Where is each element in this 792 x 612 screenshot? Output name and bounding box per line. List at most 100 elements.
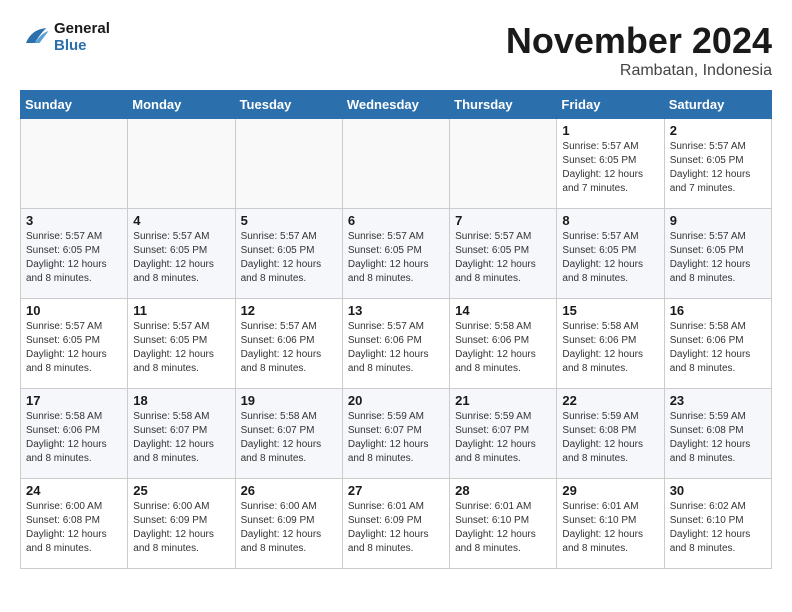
day-info: Sunrise: 5:58 AM Sunset: 6:06 PM Dayligh… [455, 320, 551, 376]
day-number: 21 [455, 393, 551, 408]
day-info: Sunrise: 5:57 AM Sunset: 6:05 PM Dayligh… [670, 140, 766, 196]
day-number: 2 [670, 123, 766, 138]
day-info: Sunrise: 5:57 AM Sunset: 6:05 PM Dayligh… [26, 320, 122, 376]
calendar-cell: 24 Sunrise: 6:00 AM Sunset: 6:08 PM Dayli… [21, 479, 128, 569]
calendar-cell: 29 Sunrise: 6:01 AM Sunset: 6:10 PM Dayli… [557, 479, 664, 569]
logo-text: General Blue [54, 20, 110, 54]
calendar-cell: 22Sunrise: 5:59 AM Sunset: 6:08 PM Dayli… [557, 389, 664, 479]
calendar-cell: 17 Sunrise: 5:58 AM Sunset: 6:06 PM Dayli… [21, 389, 128, 479]
column-header-monday: Monday [128, 91, 235, 119]
day-number: 4 [133, 213, 229, 228]
calendar-table: SundayMondayTuesdayWednesdayThursdayFrid… [20, 90, 772, 569]
column-header-saturday: Saturday [664, 91, 771, 119]
day-number: 1 [562, 123, 658, 138]
column-header-friday: Friday [557, 91, 664, 119]
calendar-week-4: 17 Sunrise: 5:58 AM Sunset: 6:06 PM Dayli… [21, 389, 772, 479]
day-info: Sunrise: 5:57 AM Sunset: 6:05 PM Dayligh… [241, 230, 337, 286]
day-number: 12 [241, 303, 337, 318]
day-number: 18 [133, 393, 229, 408]
day-info: Sunrise: 5:57 AM Sunset: 6:05 PM Dayligh… [562, 230, 658, 286]
day-info: Sunrise: 5:57 AM Sunset: 6:05 PM Dayligh… [133, 320, 229, 376]
day-number: 19 [241, 393, 337, 408]
calendar-week-3: 10 Sunrise: 5:57 AM Sunset: 6:05 PM Dayli… [21, 299, 772, 389]
day-number: 23 [670, 393, 766, 408]
logo-icon [20, 22, 50, 52]
calendar-cell: 19 Sunrise: 5:58 AM Sunset: 6:07 PM Dayli… [235, 389, 342, 479]
calendar-cell: 25 Sunrise: 6:00 AM Sunset: 6:09 PM Dayli… [128, 479, 235, 569]
calendar-cell: 30Sunrise: 6:02 AM Sunset: 6:10 PM Dayli… [664, 479, 771, 569]
calendar-cell [342, 119, 449, 209]
calendar-cell: 20 Sunrise: 5:59 AM Sunset: 6:07 PM Dayli… [342, 389, 449, 479]
day-number: 26 [241, 483, 337, 498]
calendar-cell: 3Sunrise: 5:57 AM Sunset: 6:05 PM Daylig… [21, 209, 128, 299]
day-number: 27 [348, 483, 444, 498]
day-number: 8 [562, 213, 658, 228]
day-number: 14 [455, 303, 551, 318]
day-info: Sunrise: 5:57 AM Sunset: 6:05 PM Dayligh… [670, 230, 766, 286]
calendar-cell: 5 Sunrise: 5:57 AM Sunset: 6:05 PM Daylig… [235, 209, 342, 299]
calendar-cell: 8 Sunrise: 5:57 AM Sunset: 6:05 PM Daylig… [557, 209, 664, 299]
day-info: Sunrise: 6:00 AM Sunset: 6:09 PM Dayligh… [241, 500, 337, 556]
day-number: 13 [348, 303, 444, 318]
day-number: 28 [455, 483, 551, 498]
day-info: Sunrise: 5:57 AM Sunset: 6:06 PM Dayligh… [241, 320, 337, 376]
day-info: Sunrise: 6:01 AM Sunset: 6:10 PM Dayligh… [562, 500, 658, 556]
day-number: 15 [562, 303, 658, 318]
day-number: 24 [26, 483, 122, 498]
calendar-week-5: 24 Sunrise: 6:00 AM Sunset: 6:08 PM Dayli… [21, 479, 772, 569]
calendar-cell: 23Sunrise: 5:59 AM Sunset: 6:08 PM Dayli… [664, 389, 771, 479]
day-info: Sunrise: 5:58 AM Sunset: 6:07 PM Dayligh… [241, 410, 337, 466]
calendar-cell: 28 Sunrise: 6:01 AM Sunset: 6:10 PM Dayli… [450, 479, 557, 569]
calendar-cell: 2 Sunrise: 5:57 AM Sunset: 6:05 PM Daylig… [664, 119, 771, 209]
calendar-cell: 7 Sunrise: 5:57 AM Sunset: 6:05 PM Daylig… [450, 209, 557, 299]
calendar-cell: 9 Sunrise: 5:57 AM Sunset: 6:05 PM Daylig… [664, 209, 771, 299]
day-number: 16 [670, 303, 766, 318]
day-info: Sunrise: 6:02 AM Sunset: 6:10 PM Dayligh… [670, 500, 766, 556]
calendar-cell [21, 119, 128, 209]
day-info: Sunrise: 5:59 AM Sunset: 6:07 PM Dayligh… [348, 410, 444, 466]
day-info: Sunrise: 6:01 AM Sunset: 6:10 PM Dayligh… [455, 500, 551, 556]
location: Rambatan, Indonesia [506, 62, 772, 80]
calendar-cell: 15 Sunrise: 5:58 AM Sunset: 6:06 PM Dayli… [557, 299, 664, 389]
day-number: 11 [133, 303, 229, 318]
day-number: 20 [348, 393, 444, 408]
calendar-cell: 1 Sunrise: 5:57 AM Sunset: 6:05 PM Daylig… [557, 119, 664, 209]
day-info: Sunrise: 5:58 AM Sunset: 6:07 PM Dayligh… [133, 410, 229, 466]
calendar-cell: 27 Sunrise: 6:01 AM Sunset: 6:09 PM Dayli… [342, 479, 449, 569]
day-number: 29 [562, 483, 658, 498]
day-number: 6 [348, 213, 444, 228]
title-block: November 2024 Rambatan, Indonesia [506, 20, 772, 80]
calendar-cell: 13 Sunrise: 5:57 AM Sunset: 6:06 PM Dayli… [342, 299, 449, 389]
page-header: General Blue November 2024 Rambatan, Ind… [20, 20, 772, 80]
calendar-cell: 18 Sunrise: 5:58 AM Sunset: 6:07 PM Dayli… [128, 389, 235, 479]
day-info: Sunrise: 5:58 AM Sunset: 6:06 PM Dayligh… [26, 410, 122, 466]
calendar-cell [128, 119, 235, 209]
day-number: 9 [670, 213, 766, 228]
calendar-cell: 14 Sunrise: 5:58 AM Sunset: 6:06 PM Dayli… [450, 299, 557, 389]
month-title: November 2024 [506, 20, 772, 62]
day-number: 17 [26, 393, 122, 408]
day-info: Sunrise: 6:00 AM Sunset: 6:08 PM Dayligh… [26, 500, 122, 556]
calendar-cell: 21Sunrise: 5:59 AM Sunset: 6:07 PM Dayli… [450, 389, 557, 479]
calendar-cell: 16Sunrise: 5:58 AM Sunset: 6:06 PM Dayli… [664, 299, 771, 389]
day-info: Sunrise: 5:57 AM Sunset: 6:05 PM Dayligh… [455, 230, 551, 286]
day-info: Sunrise: 5:57 AM Sunset: 6:05 PM Dayligh… [133, 230, 229, 286]
day-info: Sunrise: 5:57 AM Sunset: 6:05 PM Dayligh… [348, 230, 444, 286]
day-info: Sunrise: 5:59 AM Sunset: 6:08 PM Dayligh… [562, 410, 658, 466]
day-number: 25 [133, 483, 229, 498]
day-info: Sunrise: 5:57 AM Sunset: 6:05 PM Dayligh… [26, 230, 122, 286]
day-number: 10 [26, 303, 122, 318]
column-header-thursday: Thursday [450, 91, 557, 119]
calendar-cell [235, 119, 342, 209]
calendar-header-row: SundayMondayTuesdayWednesdayThursdayFrid… [21, 91, 772, 119]
day-info: Sunrise: 5:57 AM Sunset: 6:05 PM Dayligh… [562, 140, 658, 196]
day-info: Sunrise: 5:58 AM Sunset: 6:06 PM Dayligh… [562, 320, 658, 376]
calendar-cell: 6 Sunrise: 5:57 AM Sunset: 6:05 PM Daylig… [342, 209, 449, 299]
day-info: Sunrise: 6:01 AM Sunset: 6:09 PM Dayligh… [348, 500, 444, 556]
day-number: 7 [455, 213, 551, 228]
day-info: Sunrise: 5:57 AM Sunset: 6:06 PM Dayligh… [348, 320, 444, 376]
day-info: Sunrise: 6:00 AM Sunset: 6:09 PM Dayligh… [133, 500, 229, 556]
column-header-wednesday: Wednesday [342, 91, 449, 119]
calendar-cell: 4 Sunrise: 5:57 AM Sunset: 6:05 PM Daylig… [128, 209, 235, 299]
day-number: 5 [241, 213, 337, 228]
